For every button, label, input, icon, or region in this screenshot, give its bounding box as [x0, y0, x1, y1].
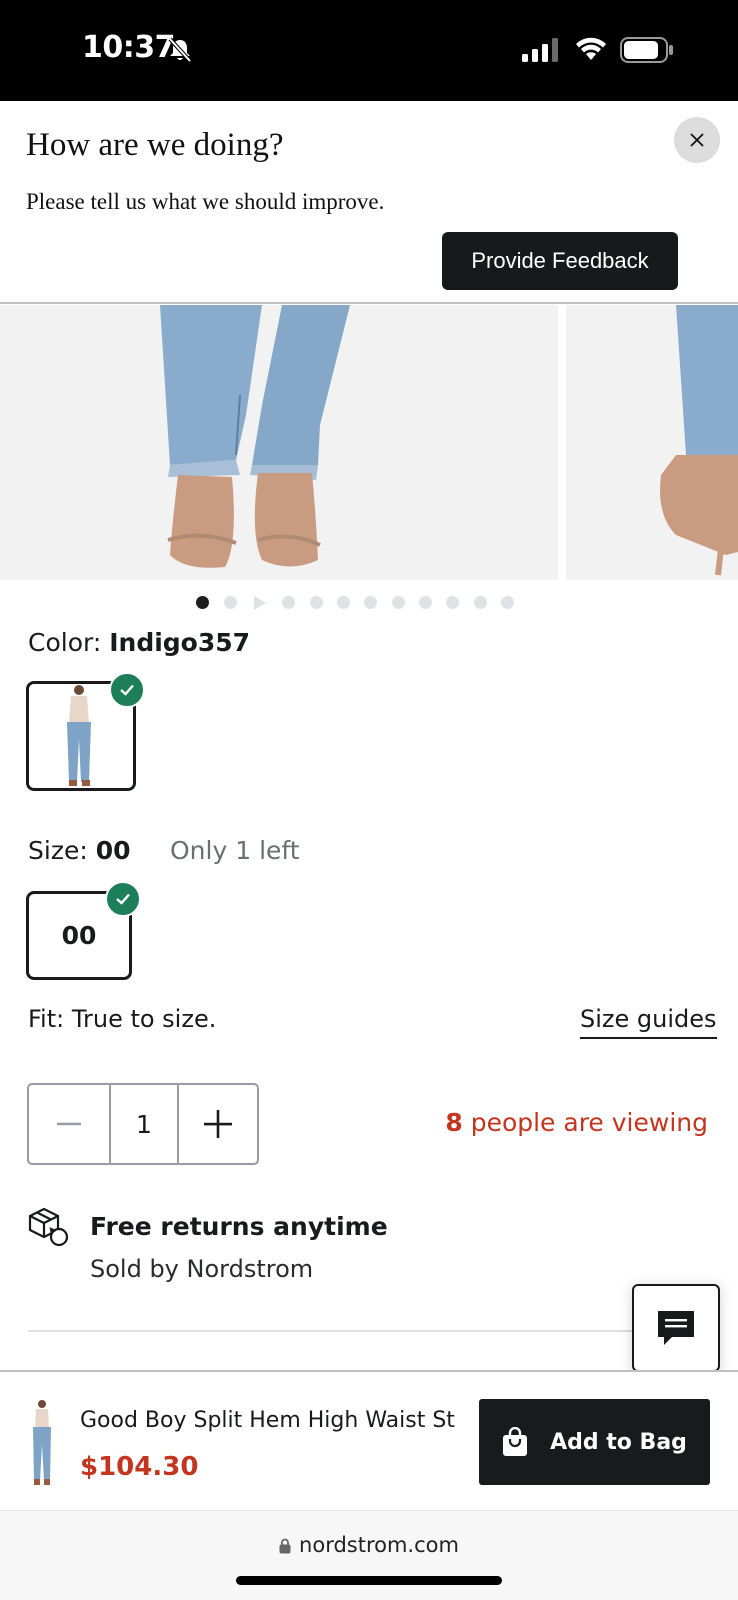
color-value: Indigo357 — [109, 628, 251, 657]
home-indicator[interactable] — [236, 1576, 502, 1585]
minus-icon — [57, 1122, 81, 1126]
people-viewing: 8 people are viewing — [445, 1108, 708, 1137]
gallery-dot[interactable] — [419, 596, 432, 609]
chat-button[interactable] — [632, 1284, 720, 1372]
status-bar: 10:37 — [0, 0, 738, 101]
color-label: Color: Indigo357 — [28, 628, 250, 657]
size-value: 00 — [95, 836, 131, 865]
viewing-text: people are viewing — [462, 1108, 708, 1137]
product-thumbnail — [24, 1399, 60, 1487]
feedback-title: How are we doing? — [26, 127, 284, 163]
quantity-stepper: 1 — [27, 1083, 259, 1165]
shopping-bag-icon — [503, 1427, 528, 1456]
browser-url-bar[interactable]: nordstrom.com — [0, 1510, 738, 1600]
stock-note: Only 1 left — [170, 836, 300, 865]
gallery-dot[interactable] — [224, 596, 237, 609]
increase-quantity-button[interactable] — [179, 1085, 257, 1163]
bell-slash-icon — [168, 37, 192, 63]
size-guides-link[interactable]: Size guides — [580, 1005, 717, 1039]
add-to-bag-label: Add to Bag — [550, 1429, 687, 1455]
plus-icon — [204, 1110, 232, 1138]
url-display[interactable]: nordstrom.com — [0, 1533, 738, 1557]
gallery-dot[interactable] — [337, 596, 350, 609]
video-play-icon[interactable] — [254, 596, 266, 610]
wifi-icon — [576, 37, 606, 60]
chat-icon — [658, 1311, 694, 1345]
sticky-add-to-bag-bar: Good Boy Split Hem High Waist St... $104… — [0, 1370, 738, 1510]
add-to-bag-button[interactable]: Add to Bag — [479, 1399, 710, 1485]
fit-text: Fit: True to size. — [28, 1005, 217, 1033]
close-feedback-button[interactable] — [674, 117, 720, 163]
url-text: nordstrom.com — [299, 1533, 459, 1557]
product-image[interactable] — [0, 305, 558, 580]
returns-box-icon — [28, 1207, 69, 1247]
size-label: Size: 00 — [28, 836, 131, 865]
gallery-dot[interactable] — [446, 596, 459, 609]
gallery-dot[interactable] — [474, 596, 487, 609]
product-image-gallery[interactable] — [0, 305, 738, 580]
color-label-text: Color: — [28, 628, 102, 657]
feedback-banner: How are we doing? Please tell us what we… — [0, 101, 738, 304]
lock-icon — [279, 1538, 291, 1554]
next-product-image[interactable] — [566, 305, 738, 580]
gallery-dot[interactable] — [364, 596, 377, 609]
close-icon — [690, 133, 704, 147]
gallery-dot[interactable] — [501, 596, 514, 609]
gallery-dot[interactable] — [310, 596, 323, 609]
decrease-quantity-button[interactable] — [29, 1085, 111, 1163]
sold-by: Sold by Nordstrom — [90, 1255, 314, 1283]
provide-feedback-button[interactable]: Provide Feedback — [442, 232, 678, 290]
cellular-signal-icon — [522, 38, 558, 62]
sticky-product-price: $104.30 — [80, 1452, 199, 1482]
viewing-count: 8 — [445, 1108, 463, 1137]
selected-check-icon — [105, 881, 141, 917]
sticky-product-name: Good Boy Split Hem High Waist St... — [80, 1408, 456, 1433]
feedback-subtitle: Please tell us what we should improve. — [26, 189, 385, 214]
status-time: 10:37 — [82, 30, 176, 65]
gallery-pagination[interactable] — [0, 596, 738, 612]
gallery-dot[interactable] — [392, 596, 405, 609]
battery-icon — [620, 37, 673, 63]
selected-check-icon — [109, 672, 145, 708]
quantity-value[interactable]: 1 — [111, 1085, 179, 1163]
gallery-dot-active[interactable] — [196, 596, 209, 609]
returns-title: Free returns anytime — [90, 1212, 388, 1241]
gallery-dot[interactable] — [282, 596, 295, 609]
size-label-text: Size: — [28, 836, 88, 865]
divider — [28, 1330, 710, 1332]
